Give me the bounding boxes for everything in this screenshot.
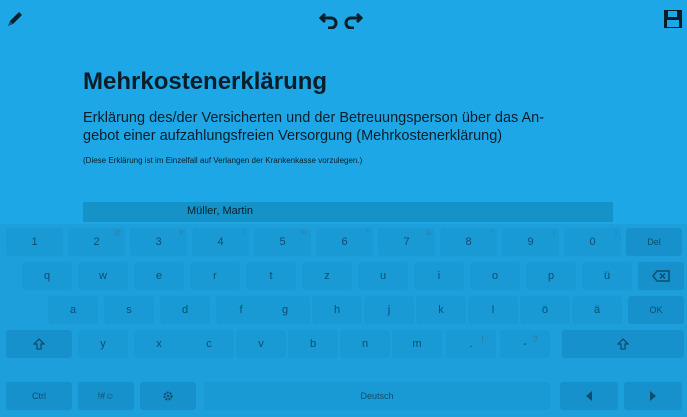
- key-3[interactable]: 3 #: [130, 228, 187, 256]
- redo-icon[interactable]: [342, 6, 364, 32]
- statement-line-2: gebot einer aufzahlungsfreien Versorgung…: [83, 128, 503, 144]
- key-9[interactable]: 9(: [502, 228, 559, 256]
- key-period[interactable]: .!: [446, 330, 496, 358]
- save-icon[interactable]: [661, 6, 685, 32]
- key-x[interactable]: x: [134, 330, 184, 358]
- key-r[interactable]: r: [190, 262, 240, 290]
- key-hyphen[interactable]: -?: [500, 330, 550, 358]
- arrow-left-icon: [586, 391, 592, 401]
- key-g[interactable]: g: [260, 296, 310, 324]
- page-title: Mehrkostenerklärung: [83, 68, 328, 95]
- key-v[interactable]: v: [236, 330, 286, 358]
- key-ue[interactable]: ü: [582, 262, 632, 290]
- backspace-key[interactable]: [638, 262, 684, 290]
- key-j[interactable]: j: [364, 296, 414, 324]
- key-a[interactable]: a: [48, 296, 98, 324]
- key-oe[interactable]: ö: [520, 296, 570, 324]
- key-l[interactable]: l: [468, 296, 518, 324]
- undo-icon[interactable]: [318, 6, 340, 32]
- key-t[interactable]: t: [246, 262, 296, 290]
- key-b[interactable]: b: [288, 330, 338, 358]
- shift-key-left[interactable]: [6, 330, 72, 358]
- key-s[interactable]: s: [104, 296, 154, 324]
- arrow-right-icon: [650, 391, 656, 401]
- shift-icon: [33, 338, 45, 350]
- virtual-keyboard: 1 ` 2 @ 3 # 4/ 5% 6 ^ 7 & 8 * 9( 0) Del q w e …: [0, 224, 687, 417]
- ok-key[interactable]: OK: [628, 296, 684, 324]
- keyboard-row-3: a s d f g h j k l ö ä OK: [0, 296, 687, 324]
- key-2[interactable]: 2 @: [68, 228, 125, 256]
- key-u[interactable]: u: [358, 262, 408, 290]
- key-f[interactable]: f: [216, 296, 266, 324]
- key-5[interactable]: 5%: [254, 228, 311, 256]
- key-4[interactable]: 4/: [192, 228, 249, 256]
- space-bar[interactable]: Deutsch: [204, 382, 550, 410]
- name-value: Müller, Martin: [187, 205, 254, 217]
- toolbar: [0, 0, 687, 40]
- key-d[interactable]: d: [160, 296, 210, 324]
- key-i[interactable]: i: [414, 262, 464, 290]
- statement-note: (Diese Erklärung ist im Einzelfall auf V…: [83, 156, 363, 165]
- document-area: Mehrkostenerklärung Erklärung des/der Ve…: [0, 40, 687, 224]
- key-n[interactable]: n: [340, 330, 390, 358]
- keyboard-row-5: Ctrl !#☺ ' Deutsch: [0, 382, 687, 410]
- key-w[interactable]: w: [78, 262, 128, 290]
- key-6[interactable]: 6 ^: [316, 228, 373, 256]
- key-k[interactable]: k: [416, 296, 466, 324]
- shift-key-right[interactable]: [562, 330, 684, 358]
- symbols-key[interactable]: !#☺: [78, 382, 134, 410]
- key-ae[interactable]: ä: [572, 296, 622, 324]
- name-field[interactable]: Müller, Martin: [83, 202, 613, 222]
- keyboard-row-numbers: 1 ` 2 @ 3 # 4/ 5% 6 ^ 7 & 8 * 9( 0) Del: [0, 228, 687, 256]
- statement-line-1: Erklärung des/der Versicherten und der B…: [83, 110, 545, 126]
- key-q[interactable]: q: [22, 262, 72, 290]
- key-e[interactable]: e: [134, 262, 184, 290]
- arrow-right-key[interactable]: [624, 382, 682, 410]
- keyboard-row-4: y x c v b n m .! -?: [0, 330, 687, 358]
- settings-key[interactable]: ': [140, 382, 196, 410]
- arrow-left-key[interactable]: [560, 382, 618, 410]
- delete-key[interactable]: Del: [626, 228, 682, 256]
- backspace-icon: [652, 270, 670, 282]
- shift-icon: [617, 338, 629, 350]
- key-0[interactable]: 0): [564, 228, 621, 256]
- key-p[interactable]: p: [526, 262, 576, 290]
- key-o[interactable]: o: [470, 262, 520, 290]
- pencil-icon[interactable]: [4, 6, 26, 32]
- key-1[interactable]: 1 `: [6, 228, 63, 256]
- gear-icon: [163, 391, 173, 401]
- key-7[interactable]: 7 &: [378, 228, 435, 256]
- key-8[interactable]: 8 *: [440, 228, 497, 256]
- key-h[interactable]: h: [312, 296, 362, 324]
- ctrl-key[interactable]: Ctrl: [6, 382, 72, 410]
- keyboard-row-2: q w e r t z u i o p ü: [0, 262, 687, 290]
- key-c[interactable]: c: [184, 330, 234, 358]
- key-z[interactable]: z: [302, 262, 352, 290]
- key-m[interactable]: m: [392, 330, 442, 358]
- key-y[interactable]: y: [78, 330, 128, 358]
